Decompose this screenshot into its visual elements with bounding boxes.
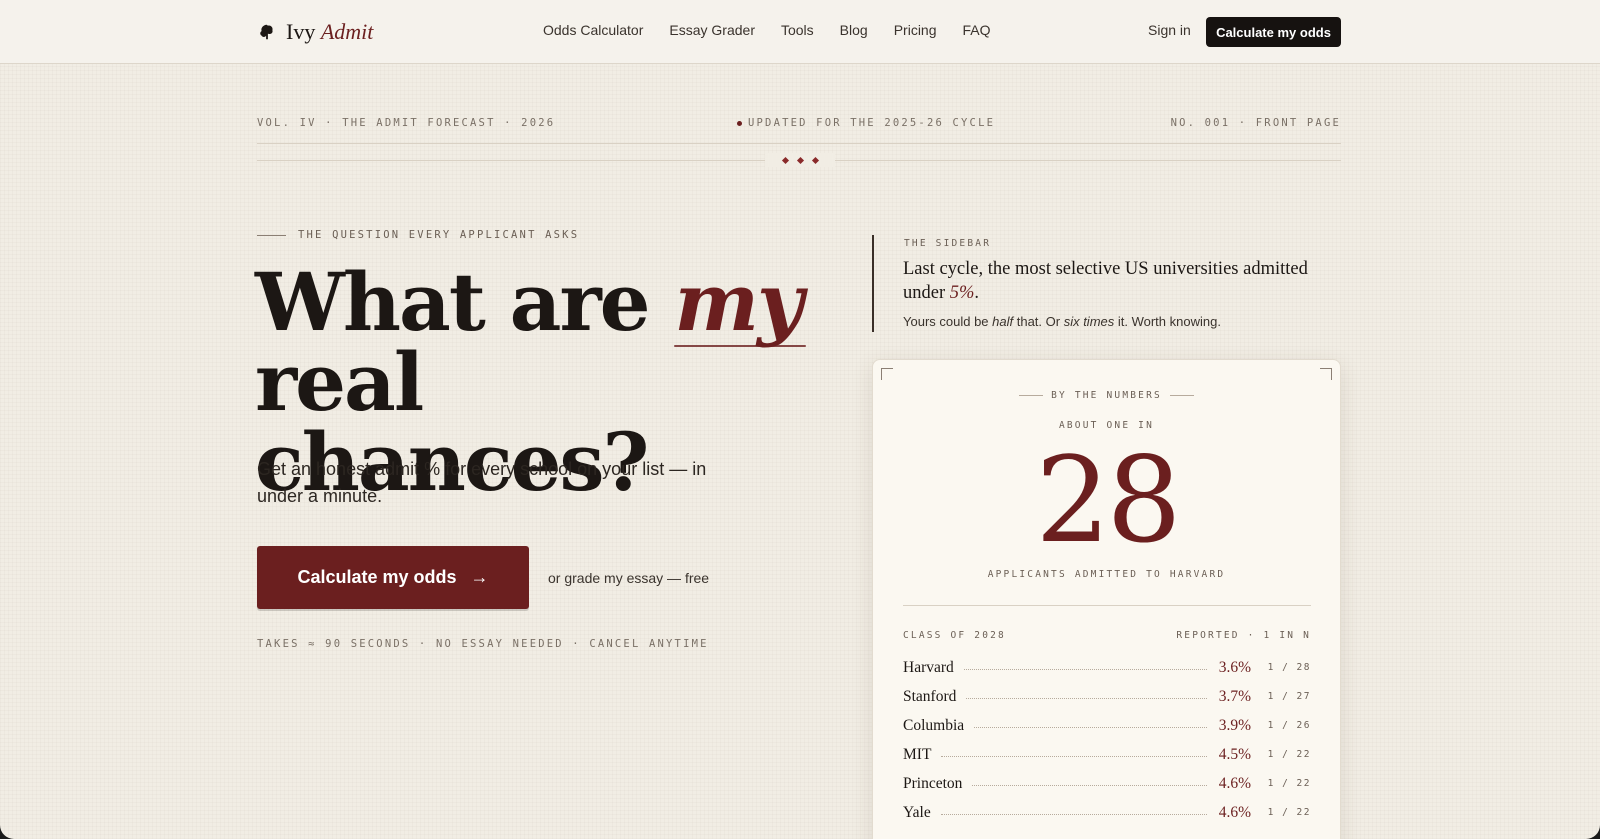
- ornament-diamonds-icon: [765, 153, 835, 167]
- masthead-update: UPDATED FOR THE 2025-26 CYCLE: [737, 117, 995, 129]
- big-number: 28: [1035, 431, 1181, 569]
- table-row: Princeton 4.6% 1 / 22: [903, 774, 1311, 792]
- fine-print: TAKES ≈ 90 SECONDS · NO ESSAY NEEDED · C…: [257, 638, 709, 650]
- masthead-issue: NO. 001 · FRONT PAGE: [1170, 117, 1341, 129]
- table-row: Stanford 3.7% 1 / 27: [903, 687, 1311, 705]
- kicker-rule: [257, 234, 286, 236]
- hero-kicker: THE QUESTION EVERY APPLICANT ASKS: [257, 229, 579, 241]
- stats-card: BY THE NUMBERS ABOUT ONE IN 28 APPLICANT…: [872, 359, 1341, 839]
- top-nav: Ivy Admit Odds Calculator Essay Grader T…: [0, 0, 1600, 64]
- nav-link-essay-grader[interactable]: Essay Grader: [669, 22, 755, 38]
- card-header: BY THE NUMBERS: [873, 390, 1340, 401]
- card-about-label: ABOUT ONE IN: [1058, 420, 1155, 431]
- card-divider: [903, 605, 1311, 606]
- masthead-divider: [257, 143, 1341, 144]
- sign-in-link[interactable]: Sign in: [1148, 22, 1191, 38]
- corner-mark-icon: [1320, 368, 1332, 380]
- page: Ivy Admit Odds Calculator Essay Grader T…: [0, 0, 1600, 839]
- kicker-text: THE QUESTION EVERY APPLICANT ASKS: [298, 229, 580, 241]
- nav-link-faq[interactable]: FAQ: [963, 22, 991, 38]
- arrow-right-icon: →: [470, 567, 489, 587]
- sidebar-label: THE SIDEBAR: [904, 238, 992, 249]
- status-dot-icon: [737, 120, 742, 126]
- corner-mark-icon: [881, 368, 893, 380]
- table-row: Harvard 3.6% 1 / 28: [903, 658, 1311, 676]
- table-header-class: CLASS OF 2028: [903, 630, 1006, 641]
- sidebar-subtext: Yours could be half that. Or six times i…: [903, 314, 1221, 329]
- cta-label: Calculate my odds: [297, 567, 457, 587]
- card-caption: APPLICANTS ADMITTED TO HARVARD: [987, 569, 1226, 580]
- table-row: Columbia 3.9% 1 / 26: [903, 716, 1311, 734]
- leaf-icon: [260, 24, 273, 40]
- logo[interactable]: Ivy Admit: [258, 19, 373, 45]
- nav-link-odds-calculator[interactable]: Odds Calculator: [543, 22, 643, 38]
- nav-links: Odds Calculator Essay Grader Tools Blog …: [543, 22, 991, 38]
- hero-subhead: Get an honest admit % for every school o…: [257, 459, 707, 506]
- masthead-volume: VOL. IV · THE ADMIT FORECAST · 2026: [257, 117, 556, 129]
- grade-essay-link[interactable]: or grade my essay — free: [548, 570, 709, 586]
- sidebar-rule: [872, 235, 874, 332]
- nav-link-pricing[interactable]: Pricing: [894, 22, 937, 38]
- masthead-update-text: UPDATED FOR THE 2025-26 CYCLE: [748, 117, 996, 129]
- sidebar-title: Last cycle, the most selective US univer…: [903, 259, 1308, 303]
- table-header: CLASS OF 2028 REPORTED · 1 IN N: [903, 630, 1311, 641]
- nav-calculate-button[interactable]: Calculate my odds: [1206, 17, 1341, 47]
- nav-link-tools[interactable]: Tools: [781, 22, 814, 38]
- nav-link-blog[interactable]: Blog: [840, 22, 868, 38]
- table-header-reported: REPORTED · 1 IN N: [1176, 630, 1311, 641]
- table-row: Yale 4.6% 1 / 22: [903, 803, 1311, 821]
- title-accent: my: [674, 255, 803, 349]
- admit-rate-table: Harvard 3.6% 1 / 28 Stanford 3.7% 1 / 27 Col…: [903, 653, 1311, 827]
- logo-text: Ivy Admit: [286, 19, 374, 44]
- table-row: MIT 4.5% 1 / 22: [903, 745, 1311, 763]
- calculate-odds-button[interactable]: Calculate my odds →: [257, 546, 529, 609]
